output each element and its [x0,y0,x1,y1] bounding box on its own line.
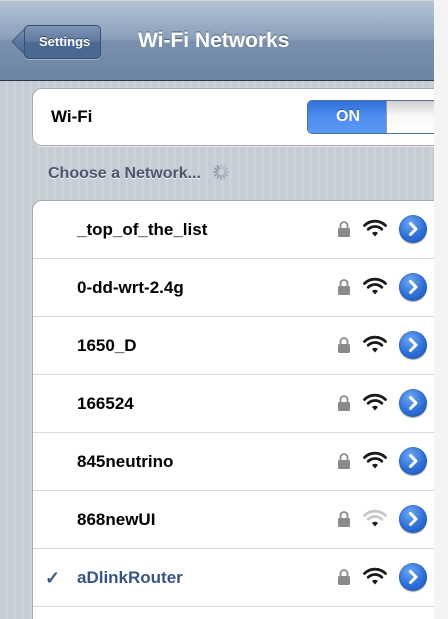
wifi-signal-icon [363,451,387,469]
wifi-signal-icon [363,335,387,353]
settings-screen: Settings Wi-Fi Networks Wi-Fi ON Choose … [0,0,434,619]
lock-icon [338,511,350,527]
chevron-right-icon [409,454,418,468]
network-name: _top_of_the_list [77,220,208,239]
detail-disclosure-button[interactable] [399,389,427,417]
section-header: Choose a Network... [48,164,229,183]
detail-disclosure-button[interactable] [399,215,427,243]
wifi-switch-knob[interactable] [386,101,434,133]
wifi-signal-icon [363,509,387,527]
page-title: Wi-Fi Networks [138,29,290,52]
section-header-label: Choose a Network... [48,165,201,182]
network-name: 868newUI [77,510,156,529]
right-edge-strip [434,0,448,619]
detail-disclosure-button[interactable] [399,447,427,475]
lock-icon [338,221,350,237]
settings-back-button[interactable]: Settings [24,25,102,59]
network-row[interactable]: 1650_D [33,317,434,375]
network-list: _top_of_the_list 0-dd-wrt-2.4g 1650_D 16… [32,200,434,619]
network-row[interactable]: 166524 [33,375,434,433]
activity-spinner-icon [212,164,229,180]
chevron-right-icon [409,222,418,236]
selected-checkmark-icon: ✓ [45,568,61,588]
wifi-signal-icon [363,393,387,411]
wifi-switch-on-label: ON [308,101,388,133]
network-name: 166524 [77,394,134,413]
network-name: 0-dd-wrt-2.4g [77,278,184,297]
chevron-right-icon [409,338,418,352]
network-row[interactable]: 868newUI [33,491,434,549]
detail-disclosure-button[interactable] [399,505,427,533]
chevron-right-icon [409,570,418,584]
network-row[interactable]: _top_of_the_list [33,201,434,259]
wifi-switch[interactable]: ON [307,100,434,134]
wifi-signal-icon [363,567,387,585]
detail-disclosure-button[interactable] [399,331,427,359]
wifi-label: Wi-Fi [51,107,93,126]
lock-icon [338,279,350,295]
detail-disclosure-button[interactable] [399,273,427,301]
wifi-toggle-row: Wi-Fi ON [32,88,434,146]
network-name: aDlinkRouter [77,568,183,587]
wifi-signal-icon [363,277,387,295]
network-name: 1650_D [77,336,137,355]
lock-icon [338,337,350,353]
lock-icon [338,453,350,469]
chevron-right-icon [409,512,418,526]
chevron-right-icon [409,280,418,294]
network-row[interactable]: 0-dd-wrt-2.4g [33,259,434,317]
lock-icon [338,569,350,585]
navigation-bar: Settings Wi-Fi Networks [0,0,434,81]
network-row[interactable]: ✓ aDlinkRouter [33,549,434,607]
spinner-tick [219,175,222,180]
lock-icon [338,395,350,411]
network-name: 845neutrino [77,452,174,471]
network-row[interactable]: 845neutrino [33,433,434,491]
detail-disclosure-button[interactable] [399,563,427,591]
chevron-right-icon [409,396,418,410]
wifi-signal-icon [363,219,387,237]
